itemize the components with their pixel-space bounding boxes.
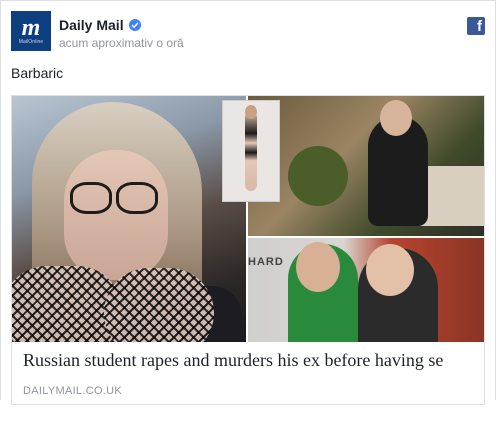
post-header: m MailOnline Daily Mail acum aproximativ… — [11, 11, 487, 55]
photo-woman-glasses — [12, 96, 246, 342]
link-headline[interactable]: Russian student rapes and murders his ex… — [23, 350, 484, 371]
page-name-row: Daily Mail — [59, 17, 141, 33]
link-domain: DAILYMAIL.CO.UK — [23, 385, 123, 397]
avatar-logo-letter: m — [21, 15, 41, 41]
photo-man-drinking — [248, 96, 484, 236]
link-preview[interactable]: HARD Russian student rapes and murders h… — [11, 95, 485, 405]
facebook-post-card: m MailOnline Daily Mail acum aproximativ… — [0, 0, 496, 405]
facebook-glyph: f — [477, 18, 482, 35]
link-preview-image[interactable]: HARD — [12, 96, 484, 342]
facebook-icon[interactable]: f — [467, 17, 485, 35]
background-sign-text: HARD — [248, 256, 284, 268]
page-name-link[interactable]: Daily Mail — [59, 17, 124, 33]
avatar-logo-subtext: MailOnline — [18, 39, 44, 45]
photo-inset-full-body — [222, 100, 280, 202]
photo-couple-kissing: HARD — [248, 238, 484, 342]
verified-badge-icon — [128, 19, 141, 31]
page-avatar[interactable]: m MailOnline — [11, 11, 51, 51]
post-timestamp[interactable]: acum aproximativ o oră — [59, 36, 184, 50]
post-message: Barbaric — [11, 65, 64, 81]
